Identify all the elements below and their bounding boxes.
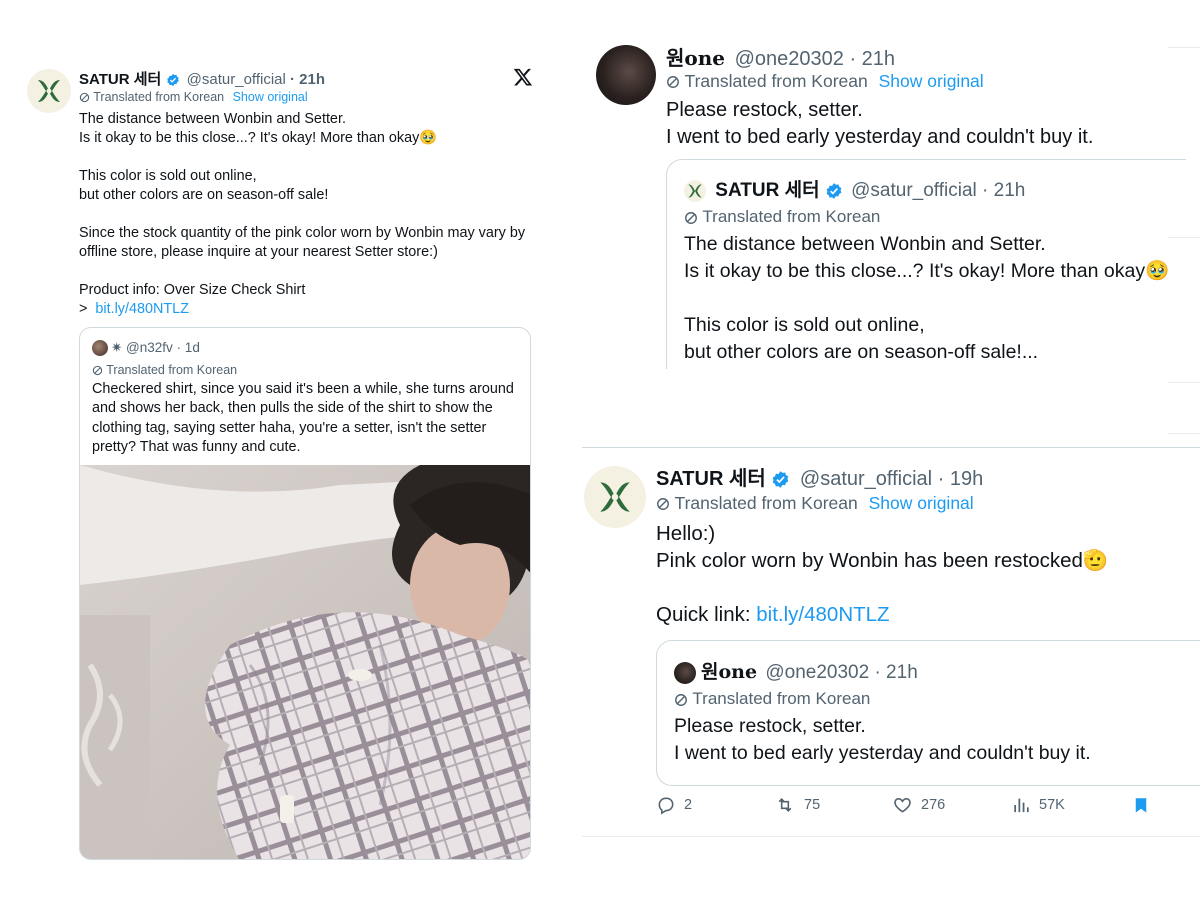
translate-icon <box>667 76 679 89</box>
quick-link-row: Quick link: bit.ly/480NTLZ <box>656 601 1196 628</box>
timestamp[interactable]: · 21h <box>290 71 325 88</box>
translated-row: Translated from Korean Show original <box>666 71 984 92</box>
reply-button[interactable]: 2 <box>656 795 692 815</box>
translated-row: Translated from Korean <box>92 363 237 377</box>
x-logo-icon[interactable] <box>513 67 533 87</box>
tweet-paragraph: Since the stock quantity of the pink col… <box>79 225 526 260</box>
repost-icon <box>778 798 792 812</box>
translate-icon <box>92 366 103 376</box>
quoted-tweet[interactable]: SATUR 세터 @satur_official · 21h Translate… <box>666 159 1186 369</box>
quoted-tweet[interactable]: 원one @one20302 · 21h Translated from Kor… <box>656 640 1200 786</box>
translated-label: Translated from Korean <box>684 71 868 91</box>
tweet-line: Pink color worn by Wonbin has been resto… <box>656 549 1109 572</box>
quote-text: Checkered shirt, since you said it's bee… <box>92 381 514 456</box>
heart-icon <box>894 798 911 813</box>
quick-link[interactable]: bit.ly/480NTLZ <box>756 603 889 626</box>
tweet-header: 원one @one20302 · 21h <box>666 42 895 71</box>
translated-label: Translated from Korean <box>692 689 871 708</box>
handle[interactable]: @satur_official <box>187 71 286 88</box>
tweet-header: SATUR 세터 @satur_official · 19h <box>656 462 983 491</box>
satur-avatar[interactable] <box>27 69 71 113</box>
handle[interactable]: @one20302 <box>765 662 869 683</box>
quote-header: SATUR 세터 @satur_official · 21h <box>684 175 1025 202</box>
avatar[interactable] <box>674 661 696 684</box>
bottom-right-tweet-card: SATUR 세터 @satur_official · 19h Translate… <box>582 447 1200 837</box>
quoted-tweet[interactable]: ✷ @n32fv · 1d Translated from Korean Che… <box>79 327 531 860</box>
translated-label: Translated from Korean <box>674 493 858 513</box>
show-original-link[interactable]: Show original <box>869 493 974 513</box>
timestamp[interactable]: · 1d <box>177 340 200 355</box>
satur-avatar[interactable] <box>584 466 646 528</box>
action-bar: 2 75 276 57K <box>656 795 1176 819</box>
bookmark-icon <box>1135 798 1147 813</box>
timestamp[interactable]: · 21h <box>874 662 917 683</box>
tweet-paragraph: The distance between Wonbin and Setter. … <box>79 111 438 146</box>
views-button[interactable]: 57K <box>1012 795 1065 815</box>
show-original-link[interactable]: Show original <box>233 90 308 104</box>
tweet-header: SATUR 세터 @satur_official · 21h <box>79 68 325 89</box>
translated-row: Translated from Korean <box>684 207 880 227</box>
display-name[interactable]: 원one <box>701 661 757 683</box>
timestamp[interactable]: · 21h <box>982 180 1025 201</box>
views-icon <box>1014 798 1029 813</box>
translate-icon <box>79 93 90 103</box>
tweet-text: The distance between Wonbin and Setter. … <box>79 110 539 319</box>
display-name[interactable]: SATUR 세터 <box>656 468 766 490</box>
tweet-line: Hello:) <box>656 522 716 545</box>
avatar[interactable] <box>92 340 108 357</box>
display-name[interactable]: 원one <box>666 46 725 70</box>
link-row: > bit.ly/480NTLZ <box>79 300 539 319</box>
display-name[interactable]: SATUR 세터 <box>79 71 161 88</box>
tweet-text: Please restock, setter. I went to bed ea… <box>666 99 1094 148</box>
show-original-link[interactable]: Show original <box>879 71 984 91</box>
verified-badge-icon <box>166 73 179 87</box>
bookmark-button[interactable] <box>1132 795 1158 815</box>
quote-text: Please restock, setter. I went to bed ea… <box>674 715 1091 764</box>
translate-icon <box>657 498 669 511</box>
product-link[interactable]: bit.ly/480NTLZ <box>95 301 189 317</box>
verified-badge-icon <box>773 471 789 489</box>
translate-icon <box>675 693 687 706</box>
handle[interactable]: @satur_official <box>800 468 932 490</box>
quote-header: 원one @one20302 · 21h <box>674 657 918 684</box>
quote-header: ✷ @n32fv · 1d <box>92 340 200 357</box>
translated-label: Translated from Korean <box>702 207 881 226</box>
translated-label: Translated from Korean <box>93 90 225 104</box>
link-prefix: > <box>79 301 88 317</box>
quote-text: The distance between Wonbin and Setter. … <box>684 233 1170 363</box>
tweet-text: Hello:) Pink color worn by Wonbin has be… <box>656 520 1196 628</box>
tweet-paragraph: This color is sold out online, but other… <box>79 168 329 203</box>
handle[interactable]: @satur_official <box>851 180 977 201</box>
view-count: 57K <box>1039 797 1065 813</box>
timestamp[interactable]: · 19h <box>938 468 984 490</box>
timestamp[interactable]: · 21h <box>849 48 895 70</box>
translated-row: Translated from Korean Show original <box>79 90 308 104</box>
verified-badge-icon <box>826 183 842 199</box>
translated-label: Translated from Korean <box>106 363 238 377</box>
satur-logo-icon <box>38 80 60 102</box>
top-right-tweet-card: 원one @one20302 · 21h Translated from Kor… <box>585 35 1200 434</box>
satur-logo-icon <box>600 482 630 512</box>
like-button[interactable]: 276 <box>892 795 945 815</box>
adjacent-card-edges <box>1168 35 1200 434</box>
translated-row: Translated from Korean Show original <box>656 493 974 514</box>
translated-row: Translated from Korean <box>674 689 870 709</box>
handle[interactable]: @one20302 <box>735 48 844 70</box>
tweet-paragraph: Product info: Over Size Check Shirt <box>79 282 306 298</box>
reply-icon <box>658 797 674 815</box>
repost-button[interactable]: 75 <box>774 795 820 815</box>
translate-icon <box>685 211 697 224</box>
quick-link-label: Quick link: <box>656 603 751 626</box>
repost-count: 75 <box>804 797 821 813</box>
avatar[interactable] <box>596 45 656 105</box>
satur-logo-icon <box>684 179 706 202</box>
attached-photo[interactable] <box>80 465 531 860</box>
left-tweet-card: SATUR 세터 @satur_official · 21h Translate… <box>25 55 545 860</box>
display-name[interactable]: SATUR 세터 <box>715 180 819 201</box>
reply-count: 2 <box>684 797 693 813</box>
handle[interactable]: ✷ @n32fv <box>111 340 173 355</box>
like-count: 276 <box>921 797 946 813</box>
